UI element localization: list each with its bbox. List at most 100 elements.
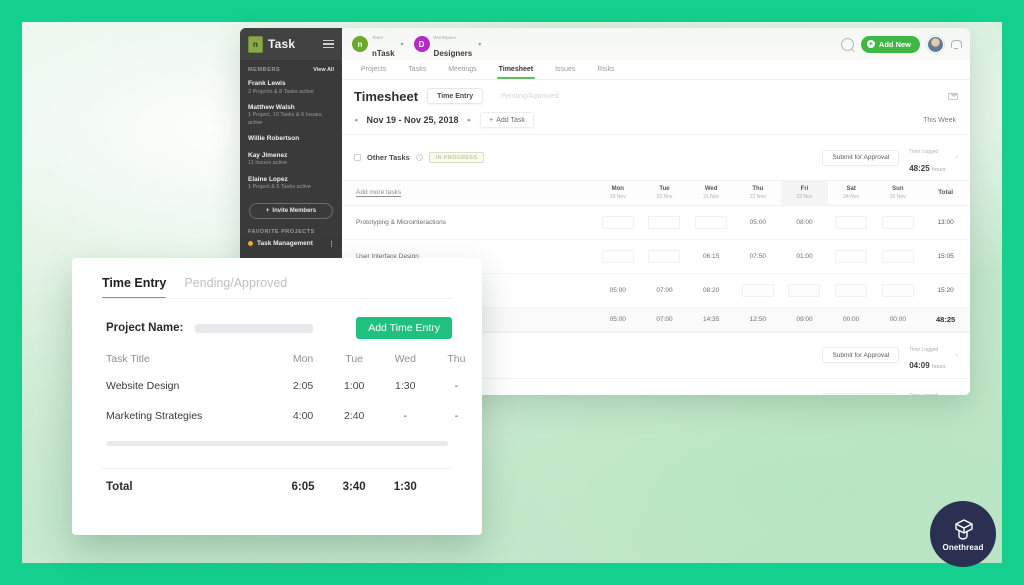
more-options-icon[interactable]: ⋮ [328, 240, 335, 248]
project-name-field[interactable] [195, 323, 314, 333]
time-cell[interactable]: 2:40 [329, 401, 380, 431]
table-row[interactable]: Marketing Strategies 4:00 2:40 - - [72, 401, 482, 431]
invite-members-button[interactable]: + Invite Members [249, 202, 333, 219]
time-cell[interactable]: - [431, 371, 482, 401]
submit-for-approval-button[interactable]: Submit for Approval [822, 393, 900, 395]
time-cell[interactable] [781, 273, 828, 308]
task-title: Marketing Strategies [106, 410, 203, 422]
time-logged-label: Time Logged [909, 149, 939, 155]
tab-meetings[interactable]: Meetings [437, 60, 487, 79]
tab-pending-approved[interactable]: Pending/Approved [184, 276, 287, 299]
table-row[interactable]: Website Design 2:05 1:00 1:30 - [72, 371, 482, 401]
workspace-selector[interactable]: D Workspace Designers ▾ [413, 28, 481, 61]
sidebar-item-task-management[interactable]: Task Management ⋮ [240, 238, 342, 250]
time-cell[interactable] [734, 273, 782, 308]
nav-tabs: Projects Tasks Meetings Timesheet Issues… [342, 60, 970, 80]
segment-time-entry[interactable]: Time Entry [427, 88, 484, 104]
tab-tasks[interactable]: Tasks [397, 60, 437, 79]
list-item[interactable]: Elaine Lopez 1 Project & 5 Tasks active [240, 173, 342, 197]
list-item[interactable]: Matthew Walsh 1 Project, 10 Tasks & 6 Is… [240, 101, 342, 132]
add-more-tasks-link[interactable]: Add more tasks [342, 180, 595, 206]
chevron-down-icon[interactable]: ▾ [401, 41, 404, 48]
next-week-button[interactable]: ▸ [468, 116, 472, 124]
horizontal-scrollbar[interactable] [106, 441, 448, 446]
date-navigation: ◂ Nov 19 - Nov 25, 2018 ▸ + Add Task Thi… [342, 106, 970, 134]
add-time-entry-button[interactable]: Add Time Entry [356, 317, 452, 339]
time-cell[interactable] [594, 239, 642, 274]
time-cell[interactable] [641, 205, 688, 240]
this-week-label[interactable]: This Week [923, 117, 958, 124]
prev-week-button[interactable]: ◂ [354, 116, 358, 124]
chevron-right-icon[interactable]: › [956, 154, 958, 161]
table-row[interactable]: Prototyping & Microinteractions 05:00 08… [342, 205, 970, 240]
team-value: nTask [372, 49, 395, 58]
submit-for-approval-button[interactable]: Submit for Approval [822, 347, 900, 364]
onethread-badge[interactable]: Onethread [930, 501, 996, 567]
time-cell[interactable]: 08:20 [687, 273, 735, 308]
time-cell[interactable] [874, 205, 922, 240]
time-logged-unit: hours [931, 166, 946, 173]
time-cell[interactable]: 1:00 [329, 371, 380, 401]
workspace-avatar: D [413, 36, 430, 52]
time-cell[interactable] [827, 273, 875, 308]
column-header-mon: Mon 19 Nov [594, 180, 642, 206]
view-all-link[interactable]: View All [313, 67, 334, 73]
time-cell[interactable] [594, 205, 642, 240]
member-name: Willie Robertson [248, 135, 300, 143]
add-new-label: Add New [878, 39, 911, 49]
hamburger-menu-icon[interactable] [323, 39, 334, 49]
list-item[interactable]: Kay Jimenez 11 Issues active [240, 149, 342, 173]
bell-icon[interactable] [951, 39, 962, 49]
time-cell[interactable]: 4:00 [278, 401, 329, 431]
add-new-button[interactable]: + Add New [860, 35, 920, 53]
time-cell[interactable] [874, 273, 922, 308]
segment-pending-approved[interactable]: Pending/Approved [492, 88, 568, 104]
tab-issues[interactable]: Issues [544, 60, 586, 79]
plus-icon: + [265, 207, 270, 214]
tab-projects[interactable]: Projects [350, 60, 397, 79]
members-section-header: MEMBERS View All [240, 60, 342, 77]
time-cell[interactable]: 07:50 [734, 239, 782, 274]
time-cell[interactable]: - [431, 401, 482, 431]
time-cell[interactable] [827, 205, 875, 240]
chevron-right-icon[interactable]: › [956, 352, 958, 359]
group-name: Other Tasks [367, 153, 410, 163]
team-selector[interactable]: n Team nTask ▾ [352, 28, 404, 61]
time-cell[interactable]: 05:00 [594, 273, 642, 308]
time-cell[interactable]: 06:15 [687, 239, 735, 274]
info-icon[interactable]: i [415, 154, 423, 162]
time-cell[interactable] [687, 205, 735, 240]
subtotal-mon: 05:00 [594, 306, 642, 332]
sidebar-logo[interactable]: n Task [240, 28, 342, 60]
list-item[interactable]: Willie Robertson [240, 132, 342, 149]
column-header-fri: Fri 23 Nov [781, 180, 828, 206]
time-cell[interactable]: 01:00 [781, 239, 828, 274]
group-checkbox[interactable] [354, 154, 361, 162]
submit-for-approval-button[interactable]: Submit for Approval [822, 149, 900, 166]
time-cell[interactable]: 07:00 [641, 273, 688, 308]
search-icon[interactable] [840, 37, 854, 51]
time-cell[interactable]: 05:00 [734, 205, 782, 240]
tab-risks[interactable]: Risks [586, 60, 625, 79]
time-cell[interactable] [874, 239, 922, 274]
member-name: Matthew Walsh [248, 103, 295, 111]
chevron-down-icon[interactable]: ▾ [478, 41, 481, 48]
mail-icon[interactable] [948, 92, 958, 100]
time-cell[interactable]: - [380, 401, 431, 431]
time-cell[interactable] [827, 239, 875, 274]
time-cell[interactable]: 2:05 [278, 371, 329, 401]
add-task-button[interactable]: + Add Task [480, 112, 534, 128]
tab-divider [102, 298, 452, 299]
subtotal-sun: 00:00 [874, 306, 922, 332]
workspace-value: Designers [433, 49, 473, 58]
time-cell[interactable]: 1:30 [380, 371, 431, 401]
avatar[interactable] [927, 35, 944, 53]
tab-time-entry[interactable]: Time Entry [102, 276, 167, 299]
time-cell[interactable] [641, 239, 688, 274]
time-cell[interactable]: 08:00 [781, 205, 828, 240]
sidebar-logo-text: Task [268, 37, 296, 51]
column-header-task-title: Task Title [106, 353, 150, 365]
member-meta: 1 Project & 5 Tasks active [248, 184, 311, 191]
list-item[interactable]: Frank Lewis 2 Projects & 8 Tasks active [240, 77, 342, 101]
tab-timesheet[interactable]: Timesheet [488, 60, 545, 79]
